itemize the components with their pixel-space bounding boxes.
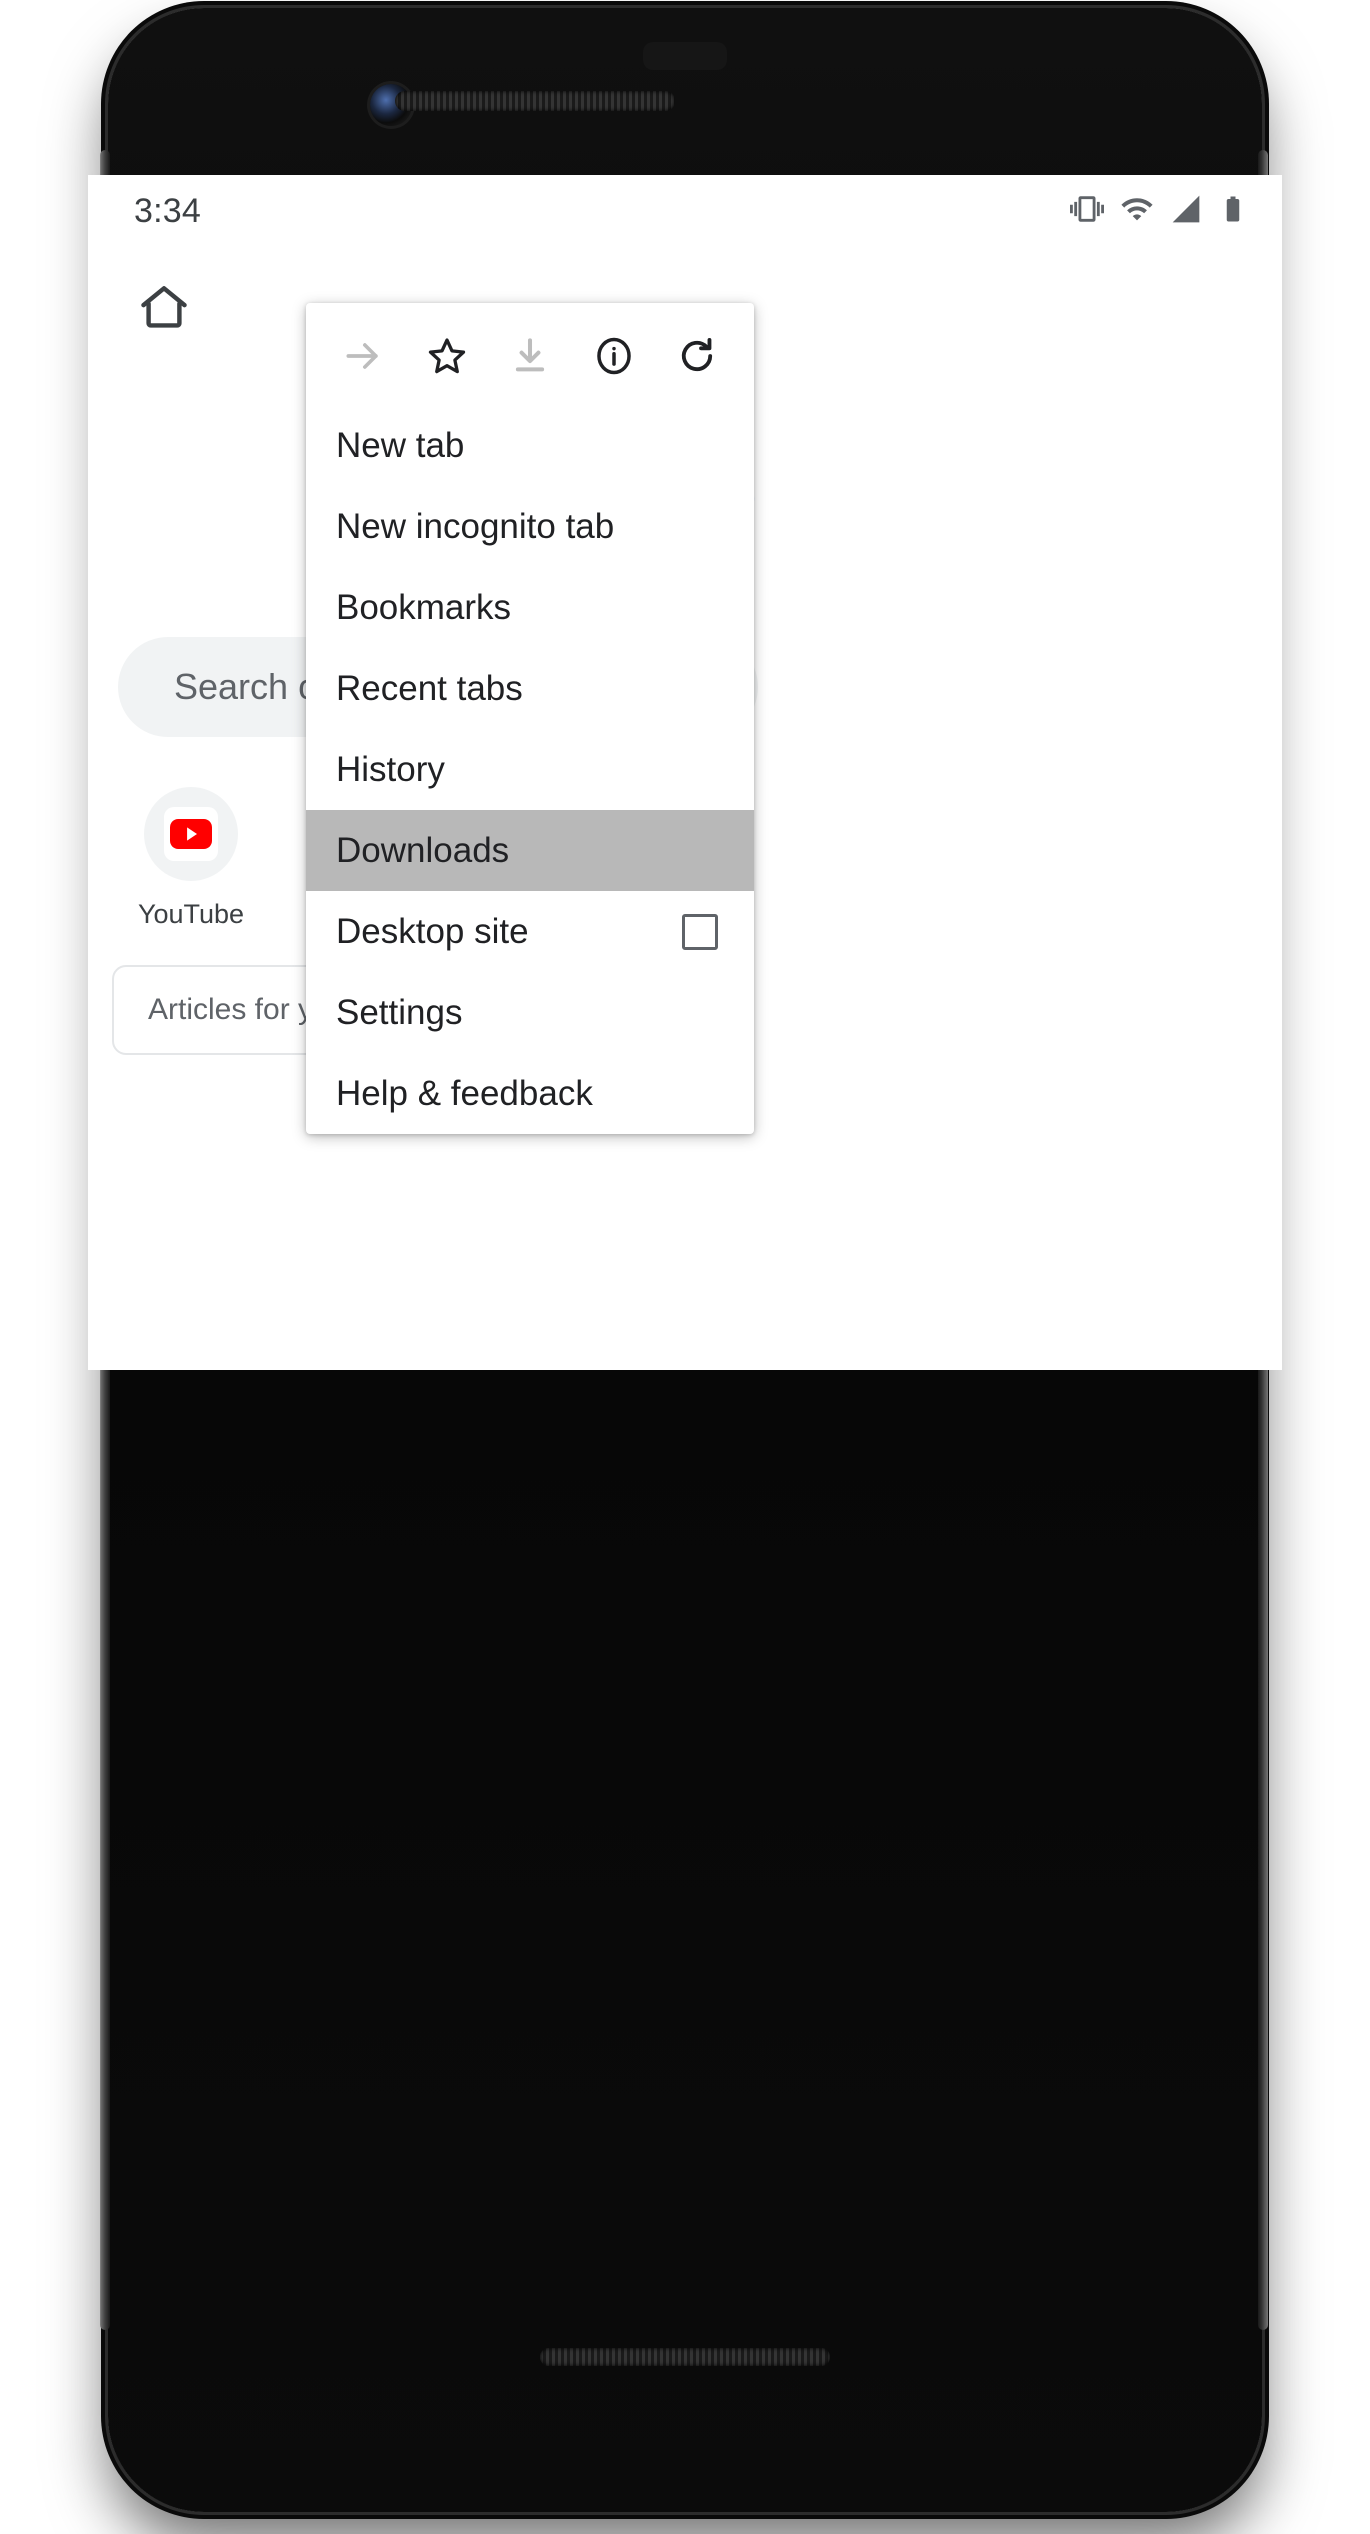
home-icon[interactable] — [124, 267, 204, 347]
star-icon[interactable] — [420, 329, 474, 383]
battery-icon — [1218, 194, 1248, 229]
status-bar: 3:34 — [88, 175, 1282, 247]
tile-icon-background — [144, 787, 238, 881]
menu-item-history[interactable]: History — [306, 729, 754, 810]
menu-item-label: Recent tabs — [336, 668, 523, 708]
menu-item-new-tab[interactable]: New tab — [306, 405, 754, 486]
menu-item-help-and-feedback[interactable]: Help & feedback — [306, 1053, 754, 1134]
info-icon[interactable] — [587, 329, 641, 383]
wifi-icon — [1120, 192, 1154, 231]
youtube-icon — [164, 807, 218, 861]
menu-item-label: Settings — [336, 992, 463, 1032]
menu-item-label: New tab — [336, 425, 465, 465]
sensor-notch — [643, 42, 727, 70]
desktop-site-checkbox[interactable] — [682, 913, 718, 950]
menu-item-label: History — [336, 749, 445, 789]
menu-item-downloads[interactable]: Downloads — [306, 810, 754, 891]
menu-item-label: New incognito tab — [336, 506, 615, 546]
phone-screen: 3:34 Search or type YouTube Articles for… — [88, 175, 1282, 1370]
download-icon[interactable] — [503, 329, 557, 383]
vibrate-icon — [1070, 192, 1104, 231]
menu-item-label: Desktop site — [336, 911, 529, 951]
bottom-speaker — [540, 2348, 830, 2366]
status-clock: 3:34 — [134, 191, 201, 230]
menu-item-recent-tabs[interactable]: Recent tabs — [306, 648, 754, 729]
menu-item-label: Bookmarks — [336, 587, 512, 627]
menu-item-bookmarks[interactable]: Bookmarks — [306, 567, 754, 648]
status-icons — [1070, 192, 1248, 231]
menu-item-new-incognito-tab[interactable]: New incognito tab — [306, 486, 754, 567]
menu-icon-row — [306, 303, 754, 405]
tile-label: YouTube — [137, 899, 245, 929]
reload-icon[interactable] — [670, 329, 724, 383]
overflow-menu: New tab New incognito tab Bookmarks Rece… — [306, 303, 754, 1134]
menu-item-label: Help & feedback — [336, 1073, 593, 1113]
tile-youtube[interactable]: YouTube — [118, 787, 264, 930]
earpiece-speaker — [395, 91, 675, 111]
chrome-new-tab-page: Search or type YouTube W — [88, 247, 1282, 1370]
menu-item-settings[interactable]: Settings — [306, 972, 754, 1053]
forward-arrow-icon[interactable] — [336, 329, 390, 383]
menu-item-label: Downloads — [336, 830, 510, 870]
cellular-signal-icon — [1170, 193, 1202, 230]
menu-item-desktop-site[interactable]: Desktop site — [306, 891, 754, 972]
